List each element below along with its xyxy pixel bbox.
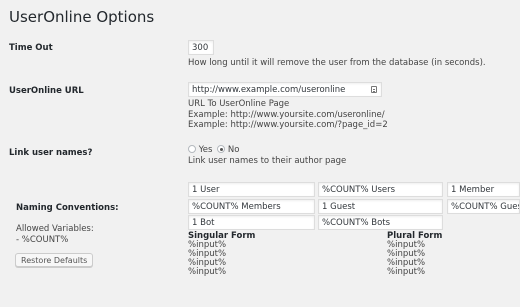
naming-input-r2c3[interactable]: %COUNT% Guests: [447, 199, 520, 214]
url-example-1: Example: http://www.yoursite.com/useronl…: [188, 109, 385, 120]
link-names-label: Link user names?: [9, 148, 93, 158]
naming-input-r3c1[interactable]: 1 Bot: [188, 215, 315, 230]
radio-no[interactable]: [217, 145, 226, 153]
allowed-variables: Allowed Variables: - %COUNT%: [16, 224, 94, 245]
timeout-label: Time Out: [9, 43, 53, 53]
page-title: UserOnline Options: [9, 8, 155, 26]
url-example-2: Example: http://www.yoursite.com/?page_i…: [188, 120, 388, 130]
timeout-input[interactable]: 300: [188, 40, 214, 55]
radio-no-label[interactable]: No: [228, 145, 240, 155]
naming-input-r1c1[interactable]: 1 User: [188, 182, 315, 197]
naming-input-r2c2[interactable]: 1 Guest: [318, 199, 443, 214]
singular-var: %input%: [188, 267, 227, 277]
url-label: UserOnline URL: [9, 86, 84, 96]
naming-input-r1c2[interactable]: %COUNT% Users: [318, 182, 443, 197]
radio-yes[interactable]: [188, 145, 196, 153]
link-names-description: Link user names to their author page: [188, 156, 347, 166]
radio-yes-label[interactable]: Yes: [199, 145, 213, 155]
url-input-value: http://www.example.com/useronline: [192, 85, 346, 95]
timeout-description: How long until it will remove the user f…: [188, 58, 486, 68]
plural-vars-list: %input% %input% %input% %input%: [387, 241, 425, 277]
naming-input-r3c2[interactable]: %COUNT% Bots: [318, 215, 443, 230]
url-input[interactable]: http://www.example.com/useronline: [188, 82, 382, 97]
link-names-radio-group: Yes No: [188, 145, 239, 156]
singular-vars-list: %input% %input% %input% %input%: [188, 241, 226, 277]
naming-label: Naming Conventions:: [16, 203, 119, 213]
naming-input-r2c1[interactable]: %COUNT% Members: [188, 199, 315, 214]
allowed-variables-title: Allowed Variables:: [16, 224, 94, 234]
url-description: URL To UserOnline Page Example: http://w…: [188, 99, 388, 131]
url-description-text: URL To UserOnline Page: [188, 99, 290, 109]
allowed-variables-count: - %COUNT%: [16, 234, 69, 245]
contact-card-icon: [371, 86, 377, 93]
naming-input-r1c3[interactable]: 1 Member: [447, 182, 520, 197]
plural-var: %input%: [387, 267, 426, 277]
restore-defaults-button[interactable]: Restore Defaults: [15, 253, 94, 267]
